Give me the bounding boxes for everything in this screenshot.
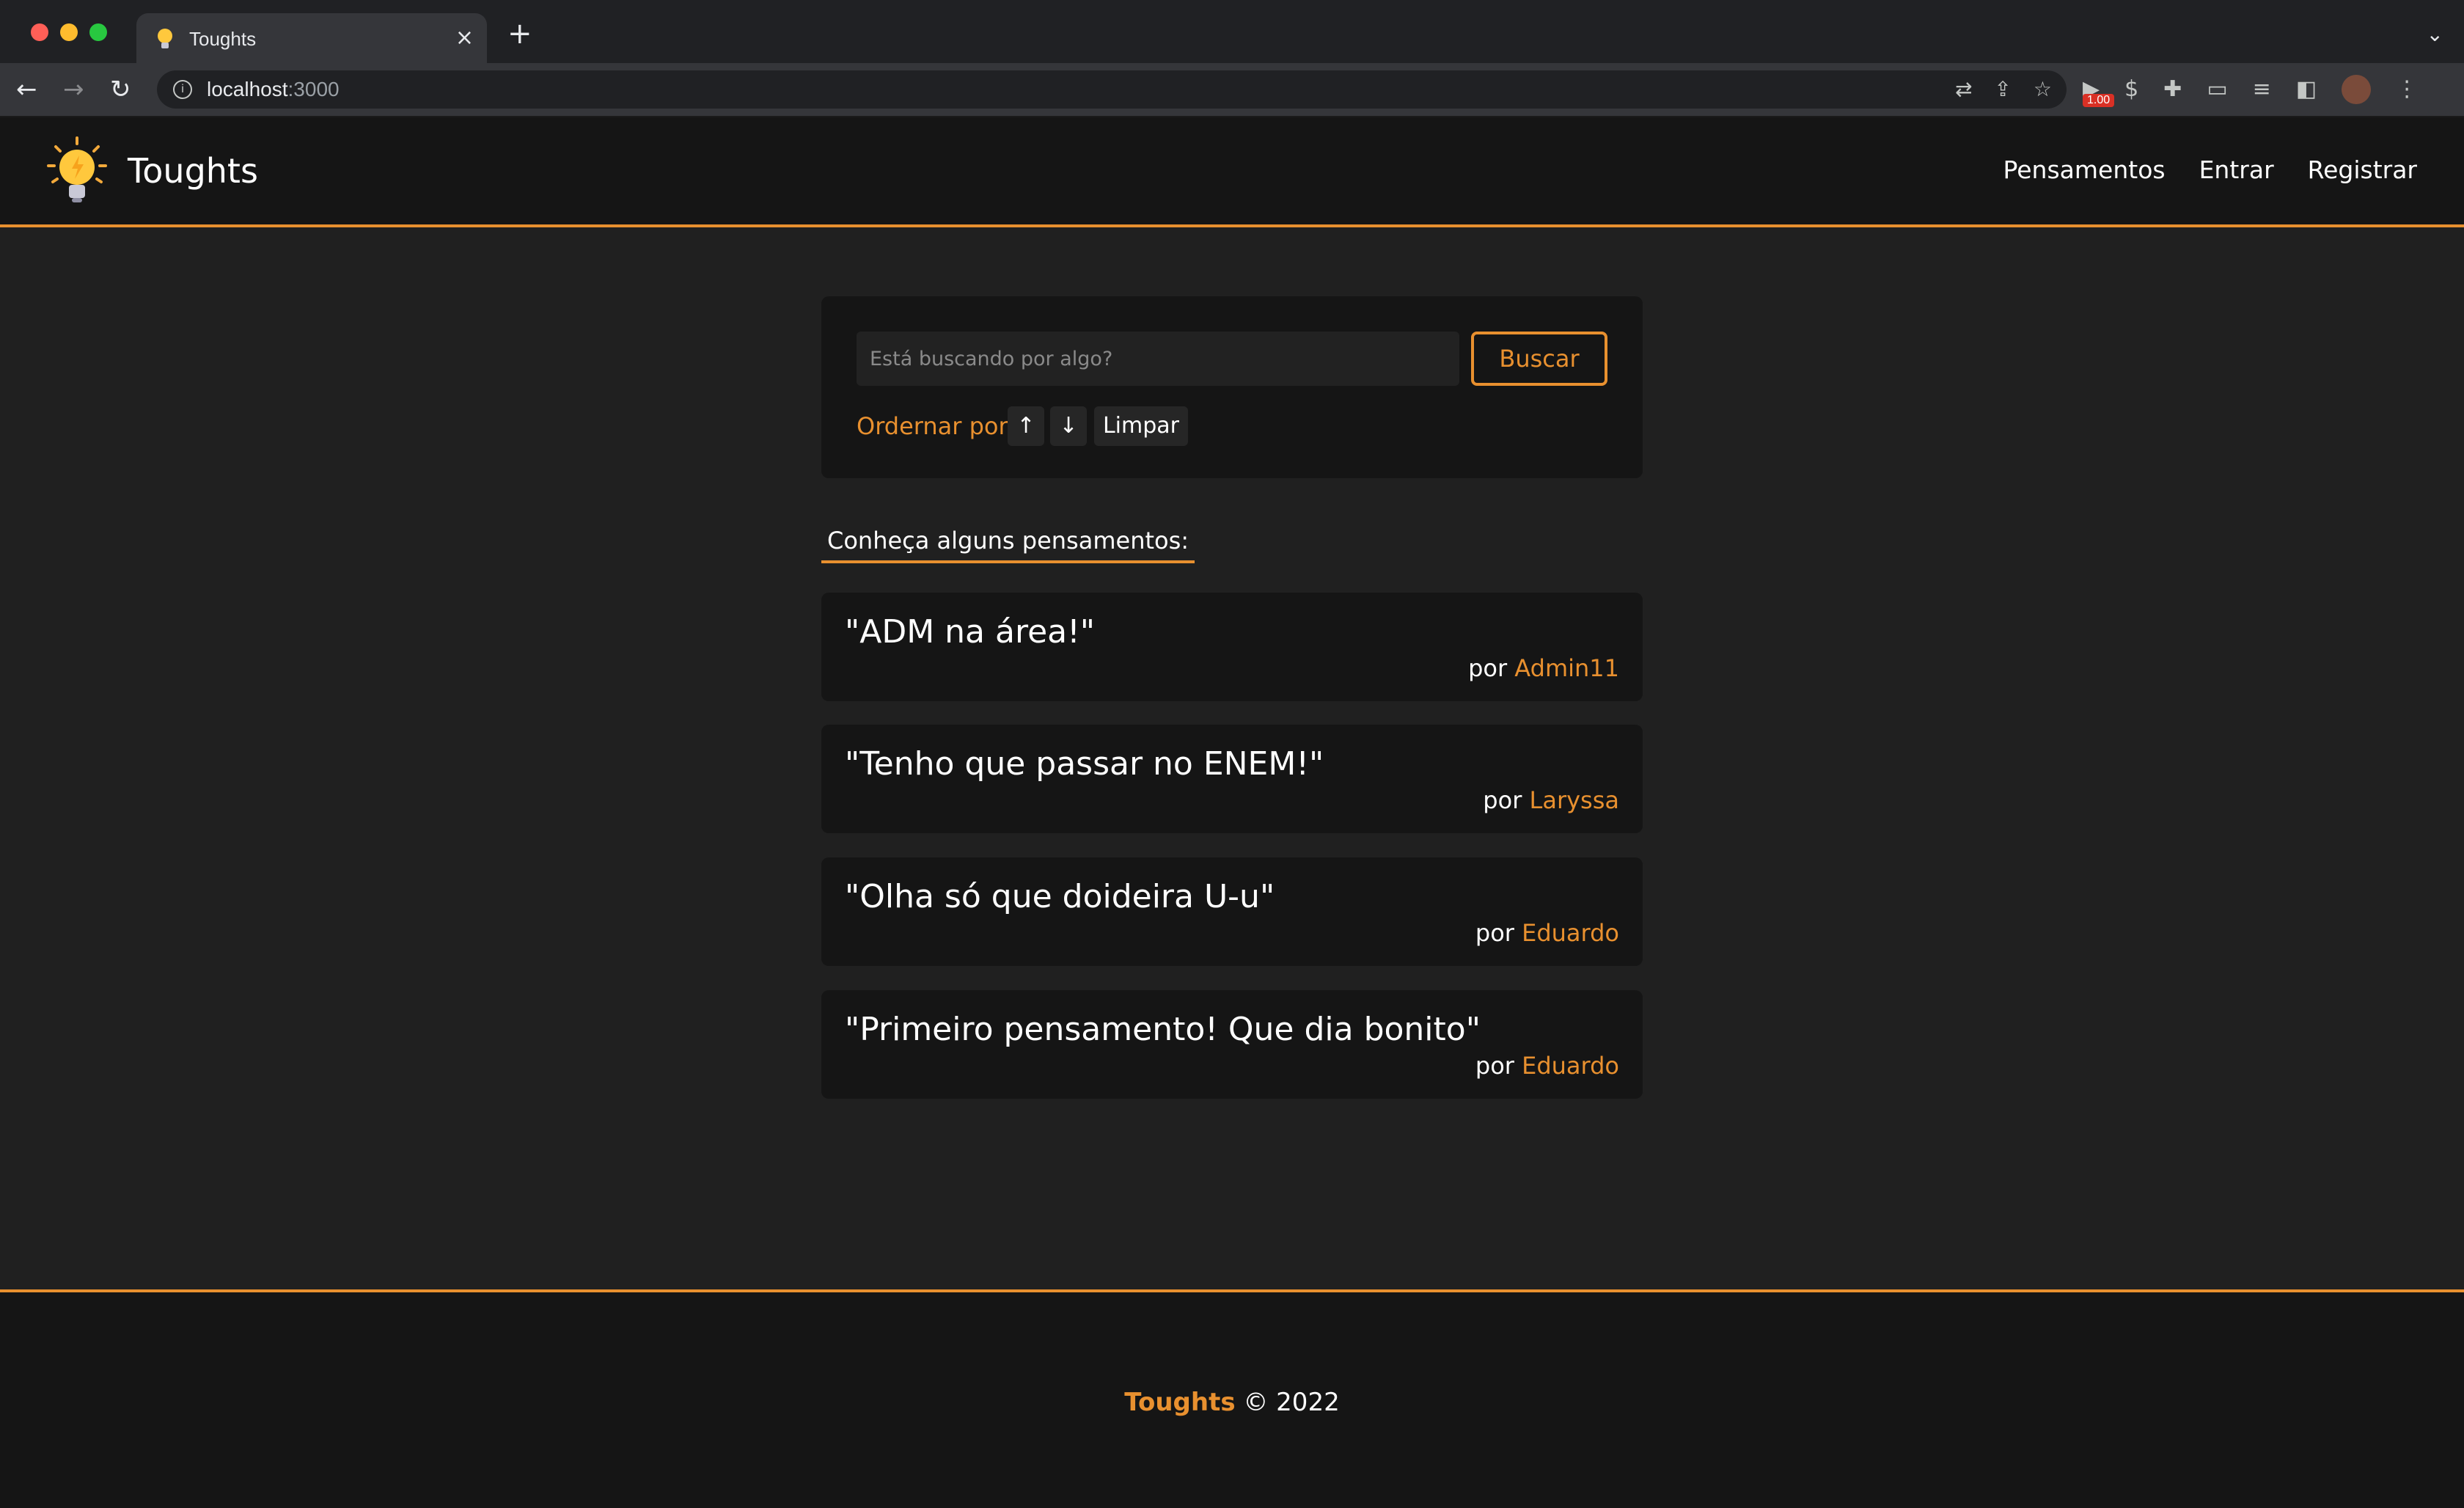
- thought-text: "Primeiro pensamento! Que dia bonito": [845, 1011, 1481, 1048]
- extension-badge: 1.00: [2083, 94, 2115, 107]
- bookmark-star-icon[interactable]: ☆: [2034, 76, 2052, 103]
- puzzle-extensions-icon[interactable]: ✚: [2163, 75, 2182, 104]
- clear-order-button[interactable]: Limpar: [1094, 406, 1188, 446]
- thought-text: "Tenho que passar no ENEM!": [845, 745, 1324, 783]
- reload-icon[interactable]: ↻: [110, 73, 131, 106]
- more-menu-icon[interactable]: ⋮: [2396, 75, 2418, 104]
- thought-card: "Tenho que passar no ENEM!" por Laryssa: [821, 725, 1643, 833]
- author-name: Admin11: [1514, 654, 1619, 682]
- site-brand[interactable]: Toughts: [128, 151, 258, 191]
- order-descending-button[interactable]: ↓: [1050, 406, 1087, 446]
- thought-card: "Olha só que doideira U-u" por Eduardo: [821, 857, 1643, 966]
- cast-icon[interactable]: ▭: [2207, 75, 2227, 104]
- share-icon[interactable]: ⇪: [1994, 76, 2011, 103]
- browser-tab[interactable]: Toughts ×: [136, 13, 487, 63]
- side-panel-icon[interactable]: ◧: [2296, 75, 2317, 104]
- thought-card: "ADM na área!" por Admin11: [821, 593, 1643, 701]
- browser-tab-strip: Toughts × + ⌄: [0, 0, 2464, 63]
- thought-text: "Olha só que doideira U-u": [845, 878, 1275, 915]
- thought-author: por Eduardo: [1475, 919, 1619, 947]
- section-title: Conheça alguns pensamentos:: [821, 527, 1195, 563]
- nav-link-entrar[interactable]: Entrar: [2199, 155, 2274, 184]
- search-card: Buscar Ordernar por: ↑ ↓ Limpar: [821, 296, 1643, 478]
- thought-author: por Admin11: [1468, 654, 1619, 682]
- new-tab-icon[interactable]: +: [507, 19, 532, 48]
- address-bar[interactable]: i localhost:3000 ⇄ ⇪ ☆: [157, 70, 2067, 109]
- search-button[interactable]: Buscar: [1471, 332, 1607, 386]
- back-arrow-icon[interactable]: ←: [16, 73, 37, 106]
- thought-author: por Eduardo: [1475, 1052, 1619, 1080]
- media-queue-icon[interactable]: ≡: [2253, 75, 2271, 104]
- nav-link-pensamentos[interactable]: Pensamentos: [2003, 155, 2166, 184]
- tab-title: Toughts: [189, 28, 257, 50]
- thought-card: "Primeiro pensamento! Que dia bonito" po…: [821, 990, 1643, 1099]
- footer-copyright: Toughts © 2022: [1124, 1388, 1340, 1417]
- thought-text: "ADM na área!": [845, 613, 1095, 651]
- author-name: Eduardo: [1522, 919, 1619, 947]
- author-name: Laryssa: [1529, 786, 1619, 814]
- footer-brand: Toughts: [1124, 1388, 1236, 1417]
- minimize-window-button[interactable]: [60, 23, 78, 41]
- info-icon[interactable]: i: [173, 80, 192, 99]
- dollar-extension-icon[interactable]: $: [2124, 75, 2138, 104]
- lightbulb-logo-icon: [47, 136, 107, 202]
- site-footer: Toughts © 2022: [0, 1289, 2464, 1508]
- search-input[interactable]: [857, 332, 1459, 386]
- nav-links: Pensamentos Entrar Registrar: [2003, 155, 2417, 184]
- close-tab-icon[interactable]: ×: [455, 25, 474, 51]
- close-window-button[interactable]: [31, 23, 48, 41]
- forward-arrow-icon[interactable]: →: [63, 73, 84, 106]
- thought-author: por Laryssa: [1483, 786, 1619, 814]
- maximize-window-button[interactable]: [89, 23, 107, 41]
- profile-avatar[interactable]: [2342, 75, 2372, 104]
- extension-toolbar: ▶ $ ✚ ▭ ≡ ◧ ⋮: [2083, 75, 2418, 104]
- address-url[interactable]: localhost:3000: [207, 78, 340, 101]
- nav-link-registrar[interactable]: Registrar: [2308, 155, 2417, 184]
- author-name: Eduardo: [1522, 1052, 1619, 1080]
- lightbulb-icon: [158, 29, 172, 48]
- translate-icon[interactable]: ⇄: [1955, 76, 1972, 103]
- site-navbar: Toughts Pensamentos Entrar Registrar: [0, 117, 2464, 227]
- order-ascending-button[interactable]: ↑: [1008, 406, 1044, 446]
- chevron-down-icon[interactable]: ⌄: [2427, 22, 2443, 46]
- order-label: Ordernar por:: [857, 412, 1016, 440]
